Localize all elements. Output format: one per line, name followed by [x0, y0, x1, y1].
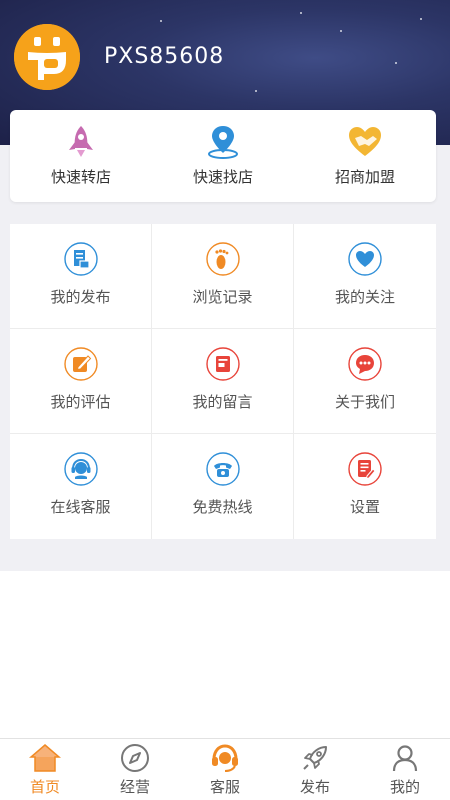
- my-posts-label: 我的发布: [50, 287, 111, 306]
- nav-home[interactable]: 首页: [0, 739, 90, 800]
- nav-service-label: 客服: [209, 778, 240, 796]
- rocket-icon: [69, 126, 93, 157]
- phone-icon: [205, 452, 240, 486]
- smiley-logo-icon: [14, 24, 80, 90]
- quick-find-button[interactable]: 快速找店: [152, 110, 294, 202]
- avatar[interactable]: [14, 24, 80, 90]
- edit-icon: [63, 346, 98, 381]
- my-evaluations-button[interactable]: 我的评估: [10, 329, 152, 434]
- username: PXS85608: [104, 44, 225, 69]
- my-posts-button[interactable]: 我的发布: [10, 224, 152, 329]
- quick-transfer-button[interactable]: 快速转店: [10, 110, 152, 202]
- nav-business[interactable]: 经营: [90, 739, 180, 800]
- handshake-heart-icon: [349, 127, 381, 156]
- quick-transfer-label: 快速转店: [50, 168, 111, 186]
- document-icon: [63, 241, 98, 276]
- headset-icon: [63, 452, 98, 486]
- settings-label: 设置: [349, 498, 380, 516]
- franchise-label: 招商加盟: [334, 168, 395, 186]
- quick-find-label: 快速找店: [192, 168, 253, 186]
- quick-actions-card: 快速转店 快速找店 招商加盟: [10, 110, 436, 202]
- nav-publish-label: 发布: [299, 778, 330, 796]
- hotline-button[interactable]: 免费热线: [152, 434, 294, 539]
- my-follows-label: 我的关注: [334, 287, 395, 306]
- nav-business-label: 经营: [119, 778, 150, 796]
- about-us-label: 关于我们: [334, 392, 395, 411]
- my-follows-button[interactable]: 我的关注: [294, 224, 436, 329]
- compass-icon: [121, 744, 149, 772]
- person-icon: [392, 745, 418, 772]
- franchise-button[interactable]: 招商加盟: [294, 110, 436, 202]
- home-icon: [29, 744, 61, 772]
- online-service-button[interactable]: 在线客服: [10, 434, 152, 539]
- headset-icon: [212, 744, 238, 772]
- heart-icon: [348, 241, 382, 276]
- browse-history-label: 浏览记录: [192, 287, 253, 306]
- my-messages-label: 我的留言: [192, 392, 253, 411]
- message-box-icon: [205, 346, 240, 381]
- hotline-label: 免费热线: [192, 498, 253, 516]
- nav-mine[interactable]: 我的: [360, 739, 450, 800]
- my-evaluations-label: 我的评估: [50, 392, 111, 411]
- online-service-label: 在线客服: [50, 498, 111, 516]
- bottom-navigation: 首页 经营 客服 发布 我的: [0, 738, 450, 800]
- chat-bubble-icon: [348, 346, 382, 381]
- menu-grid: 我的发布 浏览记录 我的关注 我的评估 我的留言 关于我们 在线客服 免费热线 …: [10, 224, 436, 539]
- nav-publish[interactable]: 发布: [270, 739, 360, 800]
- browse-history-button[interactable]: 浏览记录: [152, 224, 294, 329]
- about-us-button[interactable]: 关于我们: [294, 329, 436, 434]
- nav-mine-label: 我的: [389, 778, 420, 796]
- settings-doc-icon: [348, 452, 382, 486]
- nav-home-label: 首页: [29, 778, 60, 796]
- nav-service[interactable]: 客服: [180, 739, 270, 800]
- settings-button[interactable]: 设置: [294, 434, 436, 539]
- footprint-icon: [205, 241, 240, 276]
- rocket-icon: [303, 746, 327, 770]
- location-pin-icon: [208, 126, 238, 159]
- my-messages-button[interactable]: 我的留言: [152, 329, 294, 434]
